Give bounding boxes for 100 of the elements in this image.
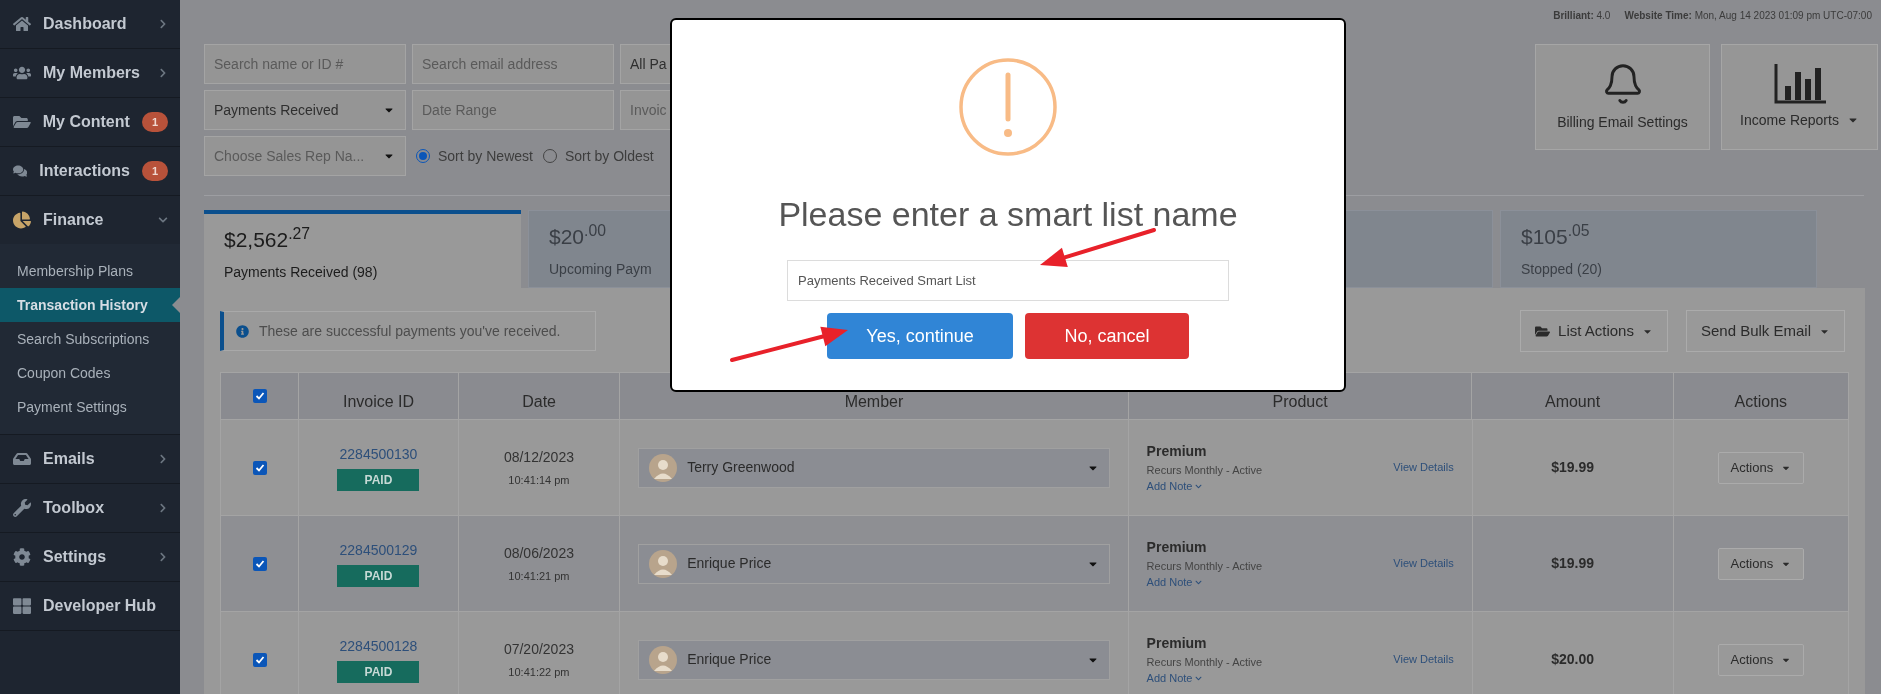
member-dropdown[interactable]: Enrique Price [638,543,1110,584]
sidebar-item[interactable]: My Content 1 [0,98,180,146]
summary-tab[interactable]: $2,562$^{.27}$ Payments Received (98) [204,210,521,288]
chevron-right-icon [158,503,168,513]
amount-text: $20.00 [1551,650,1595,669]
date-text: 08/12/2023 [503,447,574,467]
actions-dropdown[interactable]: Actions [1717,547,1805,580]
avatar [649,453,678,482]
bulk-email-button[interactable]: Send Bulk Email [1685,310,1845,352]
sidebar-item[interactable]: Interactions 1 [0,147,180,195]
submenu-item[interactable]: Payment Settings [0,390,180,424]
sidebar-item[interactable]: Settings [0,533,180,581]
column-header: Invoice ID [342,392,415,412]
chevron-down-icon [1195,674,1203,682]
chevron-down-icon [158,215,168,225]
add-note-link[interactable]: Add Note [1146,574,1394,591]
chevron-down-icon [1195,578,1203,586]
gear-icon [13,548,31,566]
column-header: Product [1272,392,1328,412]
billing-status: Recurs Monthly - Active [1146,654,1264,670]
actions-dropdown[interactable]: Actions [1717,643,1805,676]
pie-chart-icon [13,211,31,229]
column-header: Member [844,392,904,412]
date-text: 07/20/2023 [503,639,574,659]
chevron-right-icon [158,68,168,78]
time-text: 10:41:14 pm [508,472,570,488]
billing-settings-button[interactable]: Billing Email Settings [1535,44,1710,150]
summary-tab[interactable]: $105$^{.05}$ Stopped (20) [1500,210,1817,288]
amount-text: $19.99 [1551,554,1595,573]
submenu-item[interactable]: Transaction History [0,288,180,322]
chevron-right-icon [158,454,168,464]
dialog-title: Please enter a smart list name [778,194,1238,235]
status-badge: PAID [337,661,420,683]
confirm-button[interactable]: Yes, continue [827,313,1013,359]
sidebar-item[interactable]: Developer Hub [0,582,180,630]
product-name: Premium [1146,633,1208,653]
folder-icon [13,113,31,131]
radio-label: Sort by Newest [438,146,533,166]
version-text: Brilliant: 4.0 [1553,8,1611,23]
checkbox[interactable] [252,460,267,475]
column-header: Amount [1544,392,1601,412]
sidebar-item[interactable]: My Members [0,49,180,97]
checkbox[interactable] [252,389,267,403]
add-note-link[interactable]: Add Note [1146,670,1394,687]
website-time: Website Time: Mon, Aug 14 2023 01:09 pm UTC-07:00 [1624,8,1872,23]
status-badge: PAID [337,469,420,491]
inbox-icon [13,450,31,468]
avatar [649,645,678,674]
submenu-item[interactable]: Coupon Codes [0,356,180,390]
member-dropdown[interactable]: Enrique Price [638,639,1110,680]
checkbox[interactable] [252,556,267,571]
info-text: These are successful payments you've received. [259,321,561,341]
actions-dropdown[interactable]: Actions [1717,451,1805,484]
billing-status: Recurs Monthly - Active [1146,462,1264,478]
count-badge: 1 [141,111,168,133]
column-header: Date [522,392,556,412]
add-note-link[interactable]: Add Note [1146,478,1394,495]
cancel-button[interactable]: No, cancel [1025,313,1189,359]
users-icon [13,64,31,82]
radio-label: Sort by Oldest [564,146,654,166]
bar-chart-icon [1773,63,1826,104]
product-name: Premium [1146,537,1208,557]
time-text: 10:41:22 pm [508,664,570,680]
view-details-link[interactable]: View Details [1393,555,1454,572]
view-details-link[interactable]: View Details [1393,651,1454,668]
billing-status: Recurs Monthly - Active [1146,558,1264,574]
wrench-icon [13,499,31,517]
info-icon [236,324,249,338]
status-badge: PAID [337,565,420,587]
avatar [649,549,678,578]
list-actions-button[interactable]: List Actions [1520,310,1668,352]
invoice-link[interactable]: 2284500130 [339,444,418,465]
sidebar-item[interactable]: Finance [0,196,180,244]
submenu-item[interactable]: Search Subscriptions [0,322,180,356]
income-reports-button[interactable]: Income Reports [1721,44,1878,150]
time-text: 10:41:21 pm [508,568,570,584]
sidebar-item[interactable]: Emails [0,435,180,483]
checkbox[interactable] [252,652,267,667]
sidebar-item[interactable]: Dashboard [0,0,180,48]
count-badge: 1 [141,160,168,182]
invoice-link[interactable]: 2284500128 [339,636,418,657]
grid-icon [13,597,31,615]
invoice-link[interactable]: 2284500129 [339,540,418,561]
sort-radio[interactable]: Sort by Newest [412,136,533,176]
chevron-right-icon [158,552,168,562]
selection-pointer-icon [172,297,180,313]
date-text: 08/06/2023 [503,543,574,563]
home-icon [13,15,31,33]
column-header: Actions [1734,392,1788,412]
list-name-input[interactable]: Payments Received Smart List [787,260,1229,301]
member-dropdown[interactable]: Terry Greenwood [638,447,1110,488]
chevron-right-icon [158,19,168,29]
view-details-link[interactable]: View Details [1393,459,1454,476]
sidebar-item[interactable]: Toolbox [0,484,180,532]
product-name: Premium [1146,441,1208,461]
amount-text: $19.99 [1551,458,1595,477]
submenu-item[interactable]: Membership Plans [0,254,180,288]
sort-radio[interactable]: Sort by Oldest [538,136,654,176]
warning-icon [958,57,1058,157]
filter-dropdown[interactable]: Payments Received [204,90,406,130]
